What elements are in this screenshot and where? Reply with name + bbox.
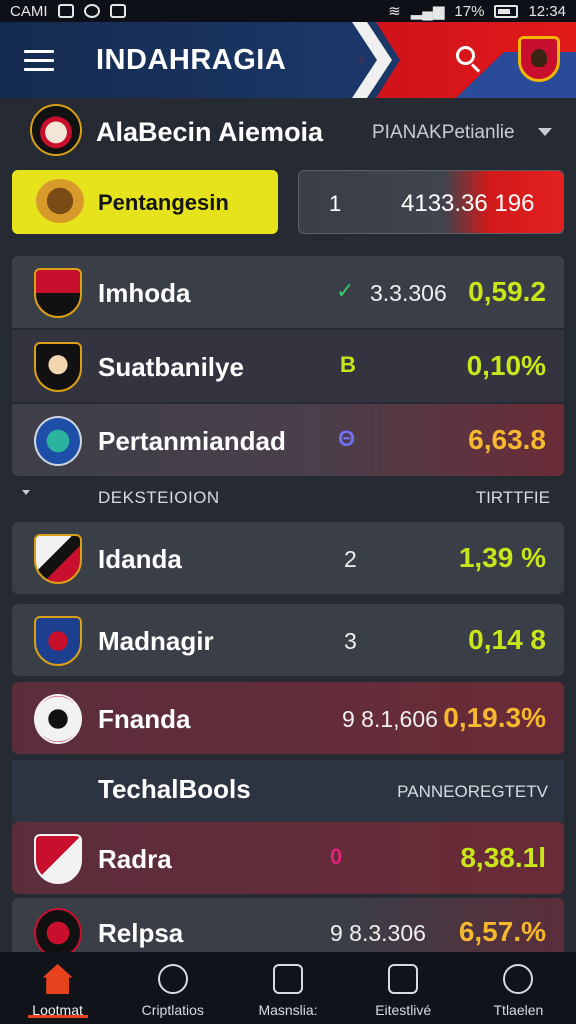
row-rank: 2 xyxy=(344,546,357,572)
nav-tab-competitions[interactable]: Criptlatios xyxy=(115,952,230,1024)
nav-tab-home[interactable]: Lootmat xyxy=(0,952,115,1024)
settings-icon xyxy=(503,964,534,994)
battery-percent: 17% xyxy=(454,2,485,20)
team-name: Suatbanilye xyxy=(98,352,244,382)
battery-icon xyxy=(494,4,519,18)
team-crest-icon xyxy=(34,268,82,318)
section-header[interactable]: DEKSTEIOION TIRTTFIE xyxy=(12,478,564,518)
row-percentage: 0,10% xyxy=(466,350,546,381)
row-stat: 9 8.1,606 xyxy=(342,706,438,732)
nav-tab-stats[interactable]: Eitestlivé xyxy=(346,952,461,1024)
team-name: Radra xyxy=(98,844,172,874)
team-crest-icon xyxy=(34,908,82,958)
highlight-label: Pentangesin xyxy=(98,190,229,215)
score-value: 4133.36 196 xyxy=(401,190,535,217)
sync-icon xyxy=(83,4,100,18)
row-percentage: 6,63.8 xyxy=(468,424,546,455)
document-icon xyxy=(273,964,303,994)
shield-icon xyxy=(157,964,188,994)
nav-tab-matches[interactable]: Masnslia: xyxy=(230,952,345,1024)
clock: 12:34 xyxy=(528,2,566,20)
badge-icon: 0 xyxy=(330,844,343,869)
team-name: Pertanmiandad xyxy=(98,426,286,456)
table-row[interactable]: Fnanda 9 8.1,606 0,19.3% xyxy=(12,682,564,754)
gallery-icon xyxy=(109,4,126,18)
league-logo-icon xyxy=(30,104,82,156)
row-percentage: 6,57.% xyxy=(458,916,546,947)
table-row[interactable]: Idanda 2 1,39 % xyxy=(12,522,564,594)
team-name: Relpsa xyxy=(98,918,184,948)
garuda-emblem-icon xyxy=(36,179,84,223)
app-title: INDAHRAGIA xyxy=(96,44,287,76)
group-title: TechalBools xyxy=(98,774,251,804)
row-stat: 9 8.3.306 xyxy=(330,920,426,946)
group-banner[interactable]: TechalBools PANNEOREGTETV xyxy=(12,760,564,822)
nav-tab-settings[interactable]: Ttlaelen xyxy=(461,952,576,1024)
table-row[interactable]: Relpsa 9 8.3.306 6,57.% xyxy=(12,898,564,958)
nav-label: Criptlatios xyxy=(141,1002,204,1018)
badge-icon: B xyxy=(340,352,356,377)
table-row[interactable]: Imhoda ✓ 3.3.306 0,59.2 xyxy=(12,256,564,328)
bottom-navigation: Lootmat Criptlatios Masnslia: Eitestlivé… xyxy=(0,952,576,1024)
team-crest-icon xyxy=(34,694,82,744)
shield-outline-icon: Θ xyxy=(338,426,356,451)
league-name: AlaBecin Aiemoia xyxy=(96,117,324,147)
group-right-label: PANNEOREGTETV xyxy=(397,782,548,801)
team-name: Idanda xyxy=(98,544,182,574)
chart-icon xyxy=(388,964,419,994)
row-percentage: 8,38.1l xyxy=(460,842,546,873)
row-percentage: 0,59.2 xyxy=(468,276,546,307)
status-bar: CAMI ≋ ▂▄▆ 17% 12:34 xyxy=(0,0,576,22)
hamburger-menu-icon[interactable] xyxy=(24,50,54,71)
club-crest-icon[interactable] xyxy=(518,36,560,82)
notification-icon xyxy=(57,4,74,18)
section-title: DEKSTEIOION xyxy=(98,488,220,507)
wifi-icon: ≋ xyxy=(388,3,401,20)
team-crest-icon xyxy=(34,834,82,884)
table-row[interactable]: Pertanmiandad Θ 6,63.8 xyxy=(12,404,564,476)
row-rank: 3 xyxy=(344,628,357,654)
team-crest-icon xyxy=(34,616,82,666)
home-icon xyxy=(42,964,73,994)
nav-label: Eitestlivé xyxy=(375,1002,432,1018)
team-crest-icon xyxy=(34,342,82,392)
section-right-label: TIRTTFIE xyxy=(475,488,550,507)
collapse-toggle-icon[interactable] xyxy=(22,490,30,495)
team-name: Fnanda xyxy=(98,704,191,734)
team-name: Madnagir xyxy=(98,626,214,656)
league-filter-dropdown[interactable]: PIANAKPetianlie xyxy=(372,122,515,144)
carrier-label: CAMI xyxy=(10,2,48,20)
highlight-button[interactable]: Pentangesin xyxy=(12,170,278,234)
table-row[interactable]: Radra 0 8,38.1l xyxy=(12,822,564,894)
row-percentage: 1,39 % xyxy=(458,542,546,573)
team-crest-icon xyxy=(34,416,82,466)
search-icon[interactable] xyxy=(456,46,482,73)
nav-label: Ttlaelen xyxy=(493,1002,544,1018)
row-percentage: 0,14 8 xyxy=(468,624,546,655)
team-crest-icon xyxy=(34,534,82,584)
check-icon: ✓ xyxy=(336,278,355,303)
row-percentage: 0,19.3% xyxy=(443,702,546,733)
score-number: 1 xyxy=(329,191,342,216)
nav-label: Masnslia: xyxy=(258,1002,318,1018)
score-box[interactable]: 1 4133.36 196 xyxy=(298,170,564,234)
row-stat: 3.3.306 xyxy=(370,280,447,306)
team-name: Imhoda xyxy=(98,278,191,308)
signal-icon: ▂▄▆ xyxy=(410,3,445,20)
table-row[interactable]: Suatbanilye B 0,10% xyxy=(12,330,564,402)
active-indicator xyxy=(28,1015,88,1018)
table-row[interactable]: Madnagir 3 0,14 8 xyxy=(12,604,564,676)
league-header: AlaBecin Aiemoia PIANAKPetianlie xyxy=(0,100,576,164)
app-bar: INDAHRAGIA xyxy=(0,22,576,98)
chevron-down-icon[interactable] xyxy=(538,128,552,136)
